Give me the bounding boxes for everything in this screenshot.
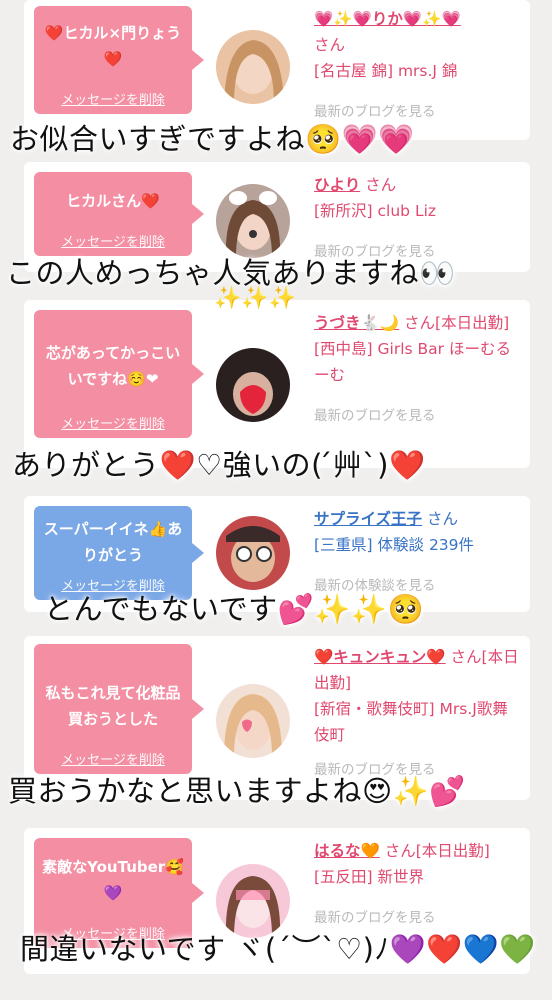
avatar[interactable] [216, 348, 290, 422]
user-info: ❤️キュンキュン❤️ さん[本日出勤] [新宿・歌舞伎町] Mrs.J歌舞伎町 … [314, 644, 522, 778]
avatar-photo [216, 684, 290, 758]
delete-message-link[interactable]: メッセージを削除 [34, 749, 192, 768]
message-text: 素敵なYouTuber🥰💜 [42, 858, 184, 902]
user-info: ひより さん [新所沢] club Liz 最新のブログを見る [314, 172, 522, 260]
avatar[interactable] [216, 684, 290, 758]
user-suffix: さん [365, 176, 397, 194]
user-suffix: さん[本日出勤] [404, 314, 510, 332]
bubble-tail [192, 364, 204, 384]
user-suffix: さん [426, 510, 458, 528]
message-text: 私もこれ見て化粧品買おうとした [45, 684, 181, 728]
user-name-link[interactable]: ひより [314, 176, 360, 194]
shop-info: [三重県] 体験談 239件 [314, 536, 475, 554]
user-name-link[interactable]: はるな🧡 [314, 842, 380, 860]
shop-info: [新宿・歌舞伎町] Mrs.J歌舞伎町 [314, 700, 508, 744]
bubble-tail [192, 204, 204, 224]
user-name-link[interactable]: ❤️キュンキュン❤️ [314, 648, 446, 666]
bubble-tail [192, 883, 204, 903]
user-info: サプライズ王子 さん [三重県] 体験談 239件 最新の体験談を見る [314, 506, 522, 594]
shop-info: [名古屋 錦] mrs.J 錦 [314, 62, 458, 80]
avatar[interactable] [216, 30, 290, 104]
message-bubble: 芯があってかっこいいですね☺️❤ メッセージを削除 [34, 310, 204, 438]
caption-overlay: 買おうかなと思いますよね😍✨💕 [8, 774, 466, 808]
message-text: 芯があってかっこいいですね☺️❤ [45, 344, 181, 388]
caption-overlay: ありがとう❤️♡強いの( ́艸`)❤️ [12, 448, 426, 482]
bubble-tail [192, 543, 204, 563]
caption-overlay: お似合いすぎですよね🥺💗💗 [10, 122, 415, 156]
caption-overlay: とんでもないです💕✨✨🥺 [44, 592, 425, 626]
user-suffix: さん [314, 36, 346, 54]
bubble-tail [192, 699, 204, 719]
delete-message-link[interactable]: メッセージを削除 [34, 413, 192, 432]
shop-info: [西中島] Girls Bar ほーむるーむ [314, 340, 511, 384]
avatar-photo [216, 184, 290, 258]
avatar-photo [216, 30, 290, 104]
message-text: スーパーイイネ👍ありがとう [43, 520, 183, 564]
user-name-link[interactable]: 💗✨💗りか💗✨💗 [314, 10, 461, 28]
user-name-link[interactable]: サプライズ王子 [314, 510, 422, 528]
user-suffix: さん[本日出勤] [384, 842, 490, 860]
user-info: うづき🐇🌙 さん[本日出勤] [西中島] Girls Bar ほーむるーむ 最新… [314, 310, 522, 424]
message-bubble: ❤️ヒカル×門りょう❤️ メッセージを削除 [34, 6, 204, 114]
caption-overlay: 間違いないです ヾ(´︶`♡)ﾉ💜❤️💙💚 [20, 932, 536, 966]
avatar[interactable] [216, 516, 290, 590]
user-name-link[interactable]: うづき🐇🌙 [314, 314, 399, 332]
latest-blog-link[interactable]: 最新のブログを見る [314, 408, 436, 424]
avatar[interactable] [216, 184, 290, 258]
delete-message-link[interactable]: メッセージを削除 [34, 89, 192, 108]
shop-info: [新所沢] club Liz [314, 202, 437, 220]
message-bubble: ヒカルさん❤️ メッセージを削除 [34, 172, 204, 256]
user-info: 💗✨💗りか💗✨💗 さん [名古屋 錦] mrs.J 錦 最新のブログを見る [314, 6, 522, 120]
shop-info: [五反田] 新世界 [314, 868, 425, 886]
latest-blog-link[interactable]: 最新のブログを見る [314, 910, 436, 926]
avatar-photo [216, 516, 290, 590]
bubble-tail [192, 50, 204, 70]
delete-message-link[interactable]: メッセージを削除 [34, 231, 192, 250]
message-bubble: 私もこれ見て化粧品買おうとした メッセージを削除 [34, 644, 204, 774]
avatar-photo [216, 348, 290, 422]
message-text: ヒカルさん❤️ [66, 192, 160, 210]
sparkle-icon: ✨✨✨ [214, 286, 297, 311]
message-text: ❤️ヒカル×門りょう❤️ [44, 24, 182, 68]
user-info: はるな🧡 さん[本日出勤] [五反田] 新世界 最新のブログを見る [314, 838, 522, 926]
